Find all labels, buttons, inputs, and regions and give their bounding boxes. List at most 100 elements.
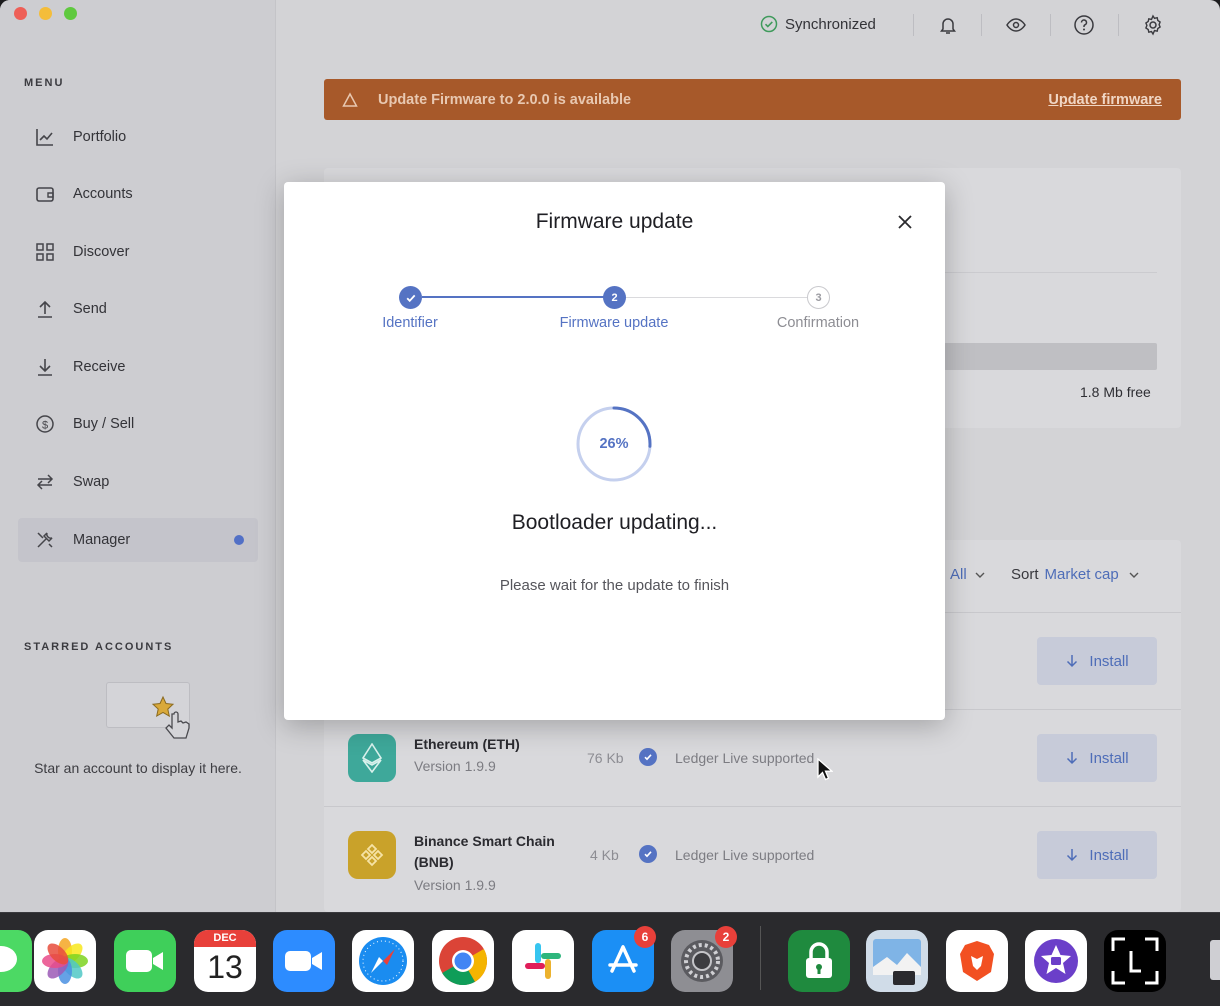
- dollar-circle-icon: $: [35, 414, 55, 434]
- chrome-icon[interactable]: [432, 930, 494, 992]
- sidebar-item-label: Manager: [73, 532, 131, 548]
- calendar-day: 13: [207, 949, 243, 985]
- sidebar-item-label: Send: [73, 301, 107, 317]
- update-firmware-link[interactable]: Update firmware: [1048, 92, 1162, 108]
- help-icon[interactable]: [1073, 14, 1095, 36]
- ethereum-icon: [348, 734, 396, 782]
- menu-title: MENU: [24, 77, 65, 89]
- install-label: Install: [1089, 749, 1129, 767]
- firmware-update-banner: Update Firmware to 2.0.0 is available Up…: [324, 79, 1181, 120]
- ledger-lock-icon[interactable]: [788, 930, 850, 992]
- download-icon: [1065, 751, 1079, 765]
- sync-status[interactable]: Synchronized: [760, 15, 876, 33]
- chart-line-icon: [35, 127, 55, 147]
- dock-separator: [760, 926, 761, 990]
- minimize-window-button[interactable]: [39, 7, 52, 20]
- sidebar-item-portfolio[interactable]: Portfolio: [18, 115, 258, 159]
- step-label-firmware-update: Firmware update: [559, 315, 669, 331]
- sidebar-item-receive[interactable]: Receive: [18, 345, 258, 389]
- warning-icon: [342, 91, 358, 108]
- install-button[interactable]: Install: [1037, 831, 1157, 879]
- sidebar-item-buy-sell[interactable]: $ Buy / Sell: [18, 402, 258, 446]
- hand-pointer-icon: [164, 710, 194, 747]
- check-icon: [639, 748, 657, 766]
- facetime-icon[interactable]: [114, 930, 176, 992]
- app-version: Version 1.9.9: [414, 877, 496, 893]
- ledger-live-window: MENU Portfolio Accounts Discover Send Re…: [0, 0, 1220, 912]
- notification-dot: [234, 535, 244, 545]
- status-title: Bootloader updating...: [511, 511, 718, 534]
- sidebar: MENU Portfolio Accounts Discover Send Re…: [0, 0, 276, 912]
- calendar-icon[interactable]: DEC 13: [194, 930, 256, 992]
- imovie-icon[interactable]: [1025, 930, 1087, 992]
- brave-icon[interactable]: [946, 930, 1008, 992]
- app-version: Version 1.9.9: [414, 758, 496, 774]
- sidebar-item-label: Discover: [73, 244, 130, 260]
- divider: [913, 14, 914, 36]
- sidebar-item-accounts[interactable]: Accounts: [18, 172, 258, 216]
- svg-text:$: $: [42, 420, 48, 432]
- starred-empty-text: Star an account to display it here.: [34, 760, 242, 776]
- sort-label: Sort: [1011, 566, 1039, 583]
- close-window-button[interactable]: [14, 7, 27, 20]
- swap-icon: [35, 472, 55, 492]
- chevron-down-icon: [974, 569, 986, 581]
- filter-dropdown[interactable]: All: [950, 566, 986, 583]
- close-icon[interactable]: [895, 212, 915, 232]
- grid-icon: [35, 242, 55, 262]
- app-size: 76 Kb: [587, 750, 624, 766]
- gear-icon[interactable]: [1142, 14, 1164, 36]
- zoom-icon[interactable]: [273, 930, 335, 992]
- sidebar-item-label: Portfolio: [73, 129, 127, 145]
- slack-icon[interactable]: [512, 930, 574, 992]
- app-size: 4 Kb: [590, 847, 619, 863]
- sidebar-item-label: Accounts: [73, 186, 133, 202]
- banner-message: Update Firmware to 2.0.0 is available: [378, 91, 632, 108]
- stepper-progress-line: [422, 296, 614, 298]
- sort-value: Market cap: [1044, 566, 1119, 583]
- app-name: Binance Smart Chain (BNB): [414, 833, 555, 870]
- chevron-down-icon: [1128, 569, 1140, 581]
- app-name: Ethereum (ETH): [414, 736, 520, 752]
- sidebar-item-send[interactable]: Send: [18, 287, 258, 331]
- sidebar-item-label: Receive: [73, 359, 126, 375]
- photos-icon[interactable]: [34, 930, 96, 992]
- sidebar-item-manager[interactable]: Manager: [18, 518, 258, 562]
- divider: [324, 806, 1181, 807]
- sort-dropdown[interactable]: Sort Market cap: [1011, 566, 1140, 583]
- sidebar-item-swap[interactable]: Swap: [18, 460, 258, 504]
- install-label: Install: [1089, 846, 1129, 864]
- messages-icon[interactable]: [0, 930, 32, 992]
- step-done-icon: [399, 286, 422, 309]
- status-subtitle: Please wait for the update to finish: [499, 577, 730, 594]
- support-label: Ledger Live supported: [675, 847, 815, 863]
- check-circle-icon: [760, 15, 778, 33]
- step-label-identifier: Identifier: [382, 315, 438, 331]
- ledger-logo-icon[interactable]: [1104, 930, 1166, 992]
- progress-percent: 26%: [599, 436, 629, 452]
- download-icon: [1065, 848, 1079, 862]
- preview-icon[interactable]: [866, 930, 928, 992]
- sidebar-item-label: Swap: [73, 474, 110, 490]
- support-label: Ledger Live supported: [675, 750, 815, 766]
- download-icon: [1065, 654, 1079, 668]
- sidebar-item-discover[interactable]: Discover: [18, 230, 258, 274]
- dock-icon-partial[interactable]: [1210, 940, 1220, 980]
- firmware-update-modal: Firmware update 2 3 Identifier Firmware …: [284, 182, 945, 720]
- calendar-month: DEC: [194, 930, 256, 947]
- install-button[interactable]: Install: [1037, 637, 1157, 685]
- wallet-icon: [35, 184, 55, 204]
- arrow-up-icon: [35, 299, 55, 319]
- safari-icon[interactable]: [352, 930, 414, 992]
- eye-icon[interactable]: [1005, 14, 1027, 36]
- zoom-window-button[interactable]: [64, 7, 77, 20]
- install-button[interactable]: Install: [1037, 734, 1157, 782]
- modal-title: Firmware update: [535, 210, 694, 233]
- bell-icon[interactable]: [937, 14, 959, 36]
- filter-value: All: [950, 566, 967, 583]
- app-store-badge: 6: [634, 926, 656, 948]
- step-active-number: 2: [603, 286, 626, 309]
- starred-accounts-title: STARRED ACCOUNTS: [24, 641, 174, 653]
- check-icon: [639, 845, 657, 863]
- stepper-pending-line: [614, 297, 807, 298]
